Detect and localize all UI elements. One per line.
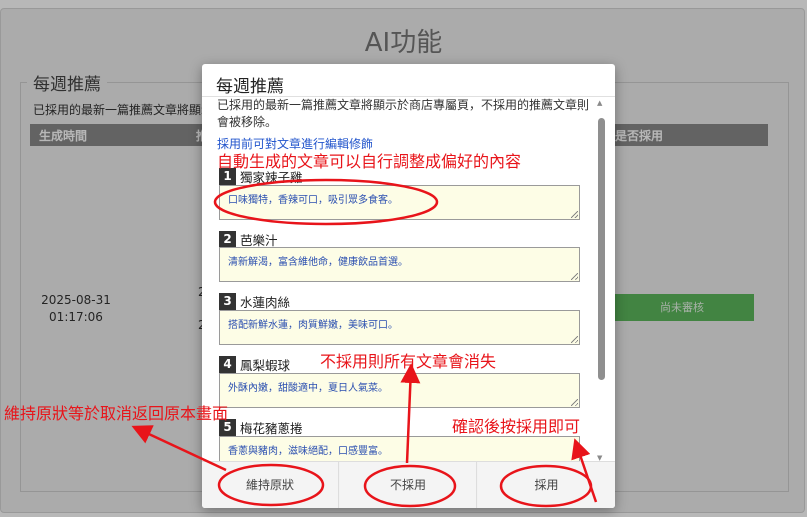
annotation-adopt: 確認後按採用即可 (452, 417, 581, 436)
keep-arrow (131, 425, 227, 472)
annotation-edit: 自動生成的文章可以自行調整成偏好的內容 (217, 152, 522, 171)
textarea-highlight-ellipse (213, 178, 439, 226)
annotation-reject: 不採用則所有文章會消失 (320, 352, 497, 371)
annotation-keep: 維持原狀等於取消返回原本畫面 (4, 404, 229, 423)
keep-button-ellipse (217, 463, 325, 507)
annotation-marks (131, 178, 598, 508)
reject-arrow (400, 363, 421, 464)
reject-button-ellipse (363, 464, 457, 508)
adopt-button-ellipse (499, 464, 593, 508)
